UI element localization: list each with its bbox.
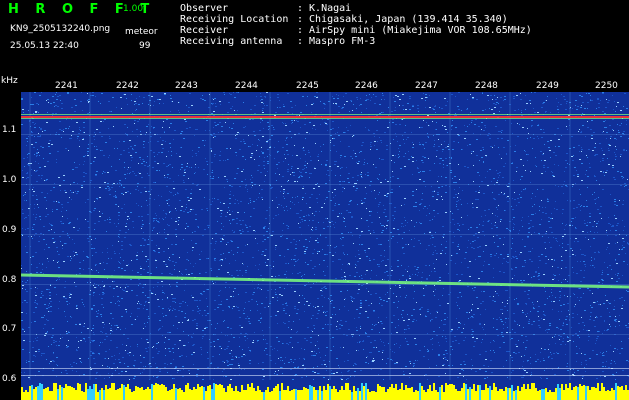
spectrogram	[21, 92, 629, 400]
lower-line	[21, 375, 629, 376]
info-values: : K.Nagai : Chigasaki, Japan (139.414 35…	[297, 3, 532, 47]
x-tick-1: 2241	[55, 81, 78, 91]
column-stripe	[89, 92, 91, 380]
grid-line	[21, 184, 629, 185]
y-tick-5: 0.7	[2, 324, 17, 334]
y-tick-4: 0.8	[2, 275, 17, 285]
carrier-edge	[21, 118, 629, 119]
x-tick-9: 2249	[536, 81, 559, 91]
x-tick-8: 2248	[475, 81, 498, 91]
receiver-label: Receiver	[180, 25, 229, 36]
noise-layer	[21, 92, 629, 380]
column-stripe	[329, 92, 331, 380]
column-stripe	[29, 92, 31, 380]
carrier-edge	[21, 114, 629, 115]
x-tick-10: 2250	[595, 81, 618, 91]
antenna-label: Receiving antenna	[180, 36, 283, 47]
observer-value: : K.Nagai	[297, 3, 352, 14]
grid-line	[21, 334, 629, 335]
x-tick-6: 2246	[355, 81, 378, 91]
meteor-count: 99	[139, 41, 151, 51]
location-label: Receiving Location	[180, 14, 289, 25]
column-stripe	[569, 92, 571, 380]
filename-label: KN9_2505132240.png	[10, 24, 111, 34]
x-tick-7: 2247	[415, 81, 438, 91]
date-label: 25.05.13 22:40	[10, 41, 79, 51]
column-stripe	[149, 92, 151, 380]
receiver-value: : AirSpy mini (Miakejima VOR 108.65MHz)	[297, 25, 532, 36]
x-tick-3: 2243	[175, 81, 198, 91]
column-stripe	[389, 92, 391, 380]
y-tick-3: 0.9	[2, 225, 17, 235]
antenna-value: : Maspro FM-3	[297, 36, 376, 47]
x-tick-4: 2244	[235, 81, 258, 91]
column-stripe	[449, 92, 451, 380]
info-labels: Observer Receiving Location Receiver Rec…	[180, 3, 288, 47]
x-tick-2: 2242	[116, 81, 139, 91]
y-tick-2: 1.0	[2, 175, 17, 185]
column-stripe	[269, 92, 271, 380]
spectrogram-canvas	[21, 92, 629, 400]
grid-line	[21, 134, 629, 135]
y-tick-6: 0.6	[2, 374, 17, 384]
meteor-label: meteor	[125, 27, 158, 37]
location-value: : Chigasaki, Japan (139.414 35.340)	[297, 14, 508, 25]
column-stripe	[509, 92, 511, 380]
carrier-line	[21, 116, 629, 118]
bottom-band	[21, 383, 629, 400]
lower-line	[21, 368, 629, 369]
y-tick-1: 1.1	[2, 125, 17, 135]
version-label: 1.00f	[123, 4, 147, 14]
unit-label: kHz	[1, 76, 18, 86]
x-tick-5: 2245	[296, 81, 319, 91]
observer-label: Observer	[180, 3, 229, 14]
grid-line	[21, 234, 629, 235]
column-stripe	[209, 92, 211, 380]
